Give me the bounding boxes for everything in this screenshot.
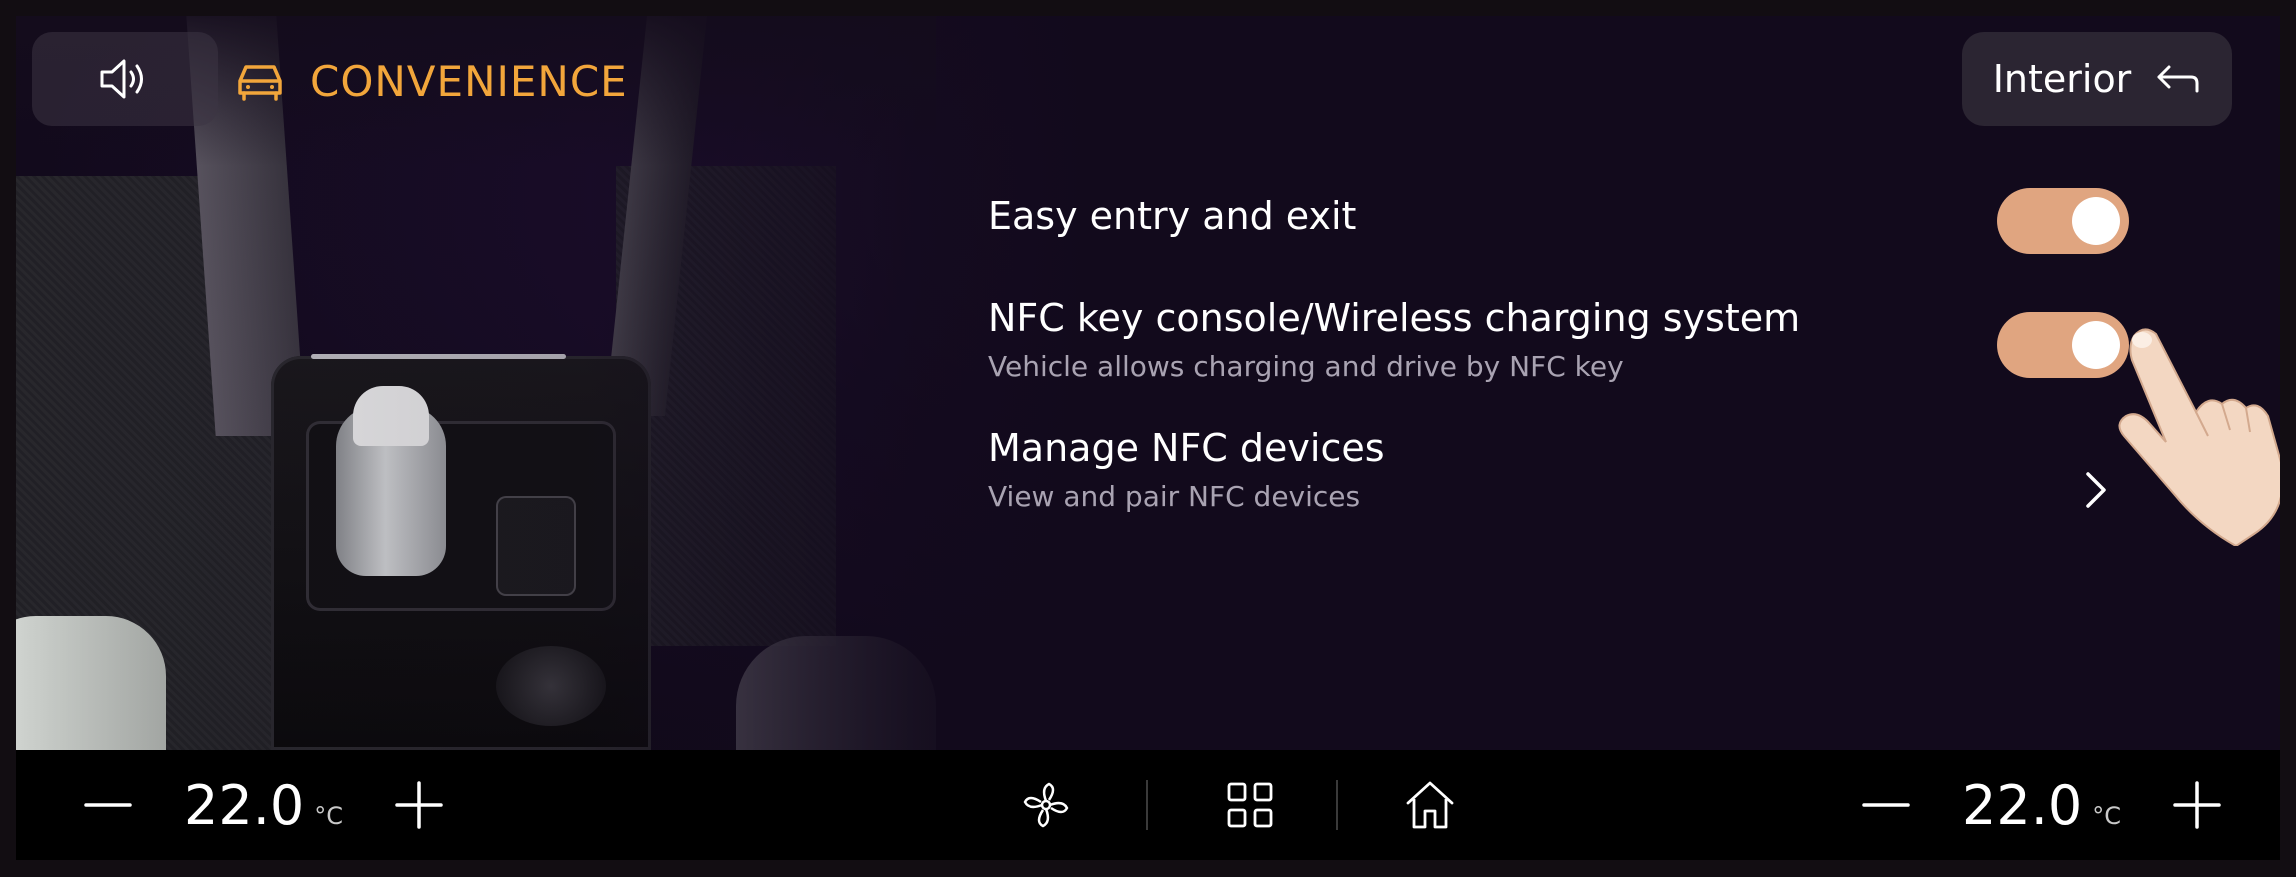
setting-label: Manage NFC devices [988, 426, 1385, 470]
temp-right-value: 22.0 [1962, 773, 2083, 837]
setting-easy-entry: Easy entry and exit [988, 194, 1356, 238]
divider [1146, 780, 1148, 830]
apps-grid-icon [1227, 782, 1273, 828]
apps-button[interactable] [1220, 750, 1280, 860]
setting-description: View and pair NFC devices [988, 480, 1361, 513]
setting-manage-nfc[interactable]: Manage NFC devices View and pair NFC dev… [988, 426, 1385, 513]
temp-increase-right-button[interactable] [2171, 779, 2223, 831]
back-arrow-icon [2157, 65, 2199, 93]
climate-left: 22.0 °C [82, 750, 445, 860]
setting-label: NFC key console/Wireless charging system [988, 296, 1801, 340]
home-icon [1406, 781, 1454, 829]
temp-decrease-right-button[interactable] [1860, 779, 1912, 831]
temp-decrease-left-button[interactable] [82, 779, 134, 831]
fan-icon [1023, 782, 1069, 828]
setting-nfc-wireless: NFC key console/Wireless charging system… [988, 296, 1800, 383]
car-icon [238, 65, 282, 101]
speaker-button[interactable] [32, 32, 218, 126]
back-button[interactable]: Interior [1962, 32, 2232, 126]
screen: CONVENIENCE Interior Easy entry and exit… [16, 16, 2280, 750]
climate-right: 22.0 °C [1860, 750, 2223, 860]
temp-left-unit: °C [314, 802, 343, 830]
temp-right-unit: °C [2092, 802, 2121, 830]
home-button[interactable] [1400, 750, 1460, 860]
climate-bar: 22.0 °C 22.0 °C [16, 750, 2280, 860]
temp-increase-left-button[interactable] [393, 779, 445, 831]
speaker-icon [100, 59, 143, 99]
temp-left-value: 22.0 [184, 773, 305, 837]
fan-button[interactable] [1016, 750, 1076, 860]
setting-description: Vehicle allows charging and drive by NFC… [988, 350, 1624, 383]
title-text: CONVENIENCE [310, 56, 628, 106]
page-title: CONVENIENCE [234, 56, 628, 106]
back-label: Interior [1992, 57, 2132, 101]
pointing-hand-icon [2118, 328, 2280, 546]
easy-entry-toggle[interactable] [1997, 188, 2129, 254]
toggle-knob [2072, 197, 2120, 245]
divider [1336, 780, 1338, 830]
setting-label: Easy entry and exit [988, 194, 1357, 238]
